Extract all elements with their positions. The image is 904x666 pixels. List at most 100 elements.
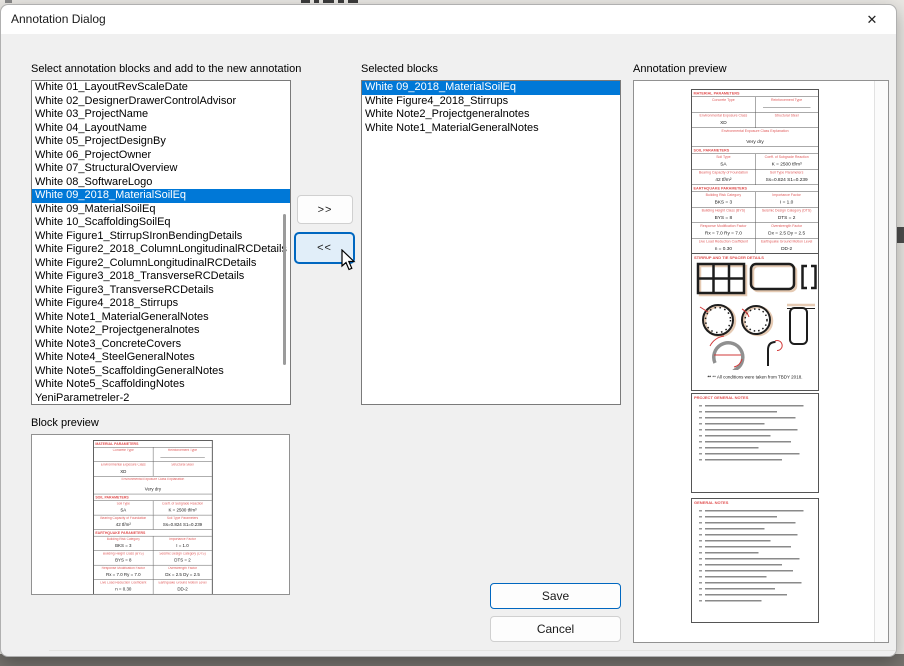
note-line — [699, 576, 813, 578]
remove-blocks-button[interactable]: << — [294, 232, 355, 264]
parameter-table-row: Building Risk CategoryBKS = 3Importance … — [94, 536, 212, 551]
close-button[interactable]: ✕ — [850, 5, 894, 34]
list-item[interactable]: White 08_SoftwareLogo — [32, 176, 290, 190]
list-item[interactable]: White 06_ProjectOwner — [32, 149, 290, 163]
parameter-table-row: Building Risk CategoryBKS = 3Importance … — [692, 192, 818, 208]
list-scrollbar-thumb[interactable] — [283, 214, 286, 365]
note-line — [699, 540, 813, 542]
parameter-table-row: Concrete TypeReinforcement Type — [692, 97, 818, 113]
background-mark — [314, 0, 319, 3]
note-line — [699, 582, 813, 584]
list-item[interactable]: White Figure2_ColumnLongitudinalRCDetail… — [32, 257, 290, 271]
parameter-table-row: Soil TypeSACoeff. of Subgrade ReactionK … — [94, 501, 212, 516]
list-item[interactable]: White Note4_SteelGeneralNotes — [32, 351, 290, 365]
parameter-table-row: Environmental Exposure ClassXDStructural… — [94, 462, 212, 477]
dialog-title: Annotation Dialog — [11, 12, 106, 26]
block-preview-panel: MATERIAL PARAMETERSConcrete TypeReinforc… — [31, 434, 290, 595]
list-item[interactable]: YeniParametreler-2 — [32, 392, 290, 406]
preview-parameter-table: MATERIAL PARAMETERSConcrete TypeReinforc… — [691, 89, 819, 255]
panel-divider — [49, 650, 896, 651]
list-item[interactable]: White 09_MaterialSoilEq — [32, 203, 290, 217]
title-bar[interactable]: Annotation Dialog ✕ — [1, 5, 896, 34]
tiny-text-line — [763, 105, 810, 108]
note-line — [699, 459, 813, 461]
list-item[interactable]: White Figure3_TransverseRCDetails — [32, 284, 290, 298]
block-preview-parameter-table: MATERIAL PARAMETERSConcrete TypeReinforc… — [93, 440, 213, 595]
selected-blocks-label: Selected blocks — [361, 63, 438, 75]
parameter-table-row: EARTHQUAKE PARAMETERS — [692, 185, 818, 192]
notes-lines — [692, 506, 818, 610]
parameter-table-row: Live Load Reduction Coefficientn = 0.30E… — [94, 580, 212, 594]
list-item[interactable]: White Note3_ConcreteCovers — [32, 338, 290, 352]
list-item[interactable]: White Figure1_StirrupSIronBendingDetails — [32, 230, 290, 244]
list-item[interactable]: White Note5_ScaffoldingNotes — [32, 378, 290, 392]
save-button[interactable]: Save — [490, 583, 621, 609]
note-line — [699, 510, 813, 512]
selected-blocks-items: White 09_2018_MaterialSoilEqWhite Figure… — [362, 81, 620, 135]
parameter-table-row: Live Load Reduction Coefficientn = 0.30E… — [692, 239, 818, 254]
list-item[interactable]: White Figure4_2018_Stirrups — [362, 95, 620, 109]
list-item[interactable]: White Figure2_2018_ColumnLongitudinalRCD… — [32, 243, 290, 257]
note-line — [699, 417, 813, 419]
note-line — [699, 516, 813, 518]
cancel-button[interactable]: Cancel — [490, 616, 621, 642]
list-item[interactable]: White 09_2018_MaterialSoilEq — [32, 189, 290, 203]
parameter-table-row: Response Modification FactorRx = 7.0 Ry … — [692, 223, 818, 239]
list-item[interactable]: White 09_2018_MaterialSoilEq — [362, 81, 620, 95]
list-item[interactable]: White Note2_Projectgeneralnotes — [32, 324, 290, 338]
list-item[interactable]: White Figure4_2018_Stirrups — [32, 297, 290, 311]
note-line — [699, 564, 813, 566]
list-item[interactable]: White 03_ProjectName — [32, 108, 290, 122]
note-line — [699, 423, 813, 425]
stirrup-details-figure — [692, 261, 817, 370]
add-blocks-button[interactable]: >> — [297, 195, 353, 224]
list-item[interactable]: White 05_ProjectDesignBy — [32, 135, 290, 149]
block-preview-label: Block preview — [31, 417, 99, 429]
background-mark — [338, 0, 344, 3]
list-item[interactable]: White Note2_Projectgeneralnotes — [362, 108, 620, 122]
parameter-table-row: Building Height Class (BYS)BYS = 8Seismi… — [692, 208, 818, 224]
preview-scrollbar-track[interactable] — [874, 81, 888, 642]
parameter-table-row: Soil TypeSACoeff. of Subgrade ReactionK … — [692, 154, 818, 170]
parameter-table-row: Response Modification FactorRx = 7.0 Ry … — [94, 565, 212, 580]
general-notes-header: GENERAL NOTES — [692, 499, 818, 506]
background-mark — [5, 0, 12, 3]
annotation-preview-label: Annotation preview — [633, 63, 727, 75]
note-line — [699, 441, 813, 443]
close-icon: ✕ — [867, 13, 878, 26]
available-blocks-list[interactable]: White 01_LayoutRevScaleDateWhite 02_Desi… — [31, 80, 291, 405]
note-line — [699, 429, 813, 431]
project-general-notes-block: PROJECT GENERAL NOTES — [691, 393, 819, 493]
stirrup-details-block: STIRRUP AND TIE SPACER DETAILS — [691, 253, 819, 391]
note-line — [699, 522, 813, 524]
parameter-table-row: Environmental Exposure Class Explanation… — [94, 477, 212, 495]
note-line — [699, 528, 813, 530]
parameter-table-row: Building Height Class (BYS)BYS = 8Seismi… — [94, 551, 212, 566]
parameter-table-row: Bearing Capacity of Foundation42 tf/m²So… — [692, 170, 818, 186]
list-item[interactable]: White 04_LayoutName — [32, 122, 290, 136]
general-notes-block: GENERAL NOTES — [691, 498, 819, 623]
list-item[interactable]: White Note1_MaterialGeneralNotes — [362, 122, 620, 136]
available-blocks-label: Select annotation blocks and add to the … — [31, 63, 301, 75]
note-line — [699, 552, 813, 554]
note-line — [699, 411, 813, 413]
stirrup-details-header: STIRRUP AND TIE SPACER DETAILS — [692, 254, 818, 261]
list-item[interactable]: White 07_StructuralOverview — [32, 162, 290, 176]
annotation-preview-panel: MATERIAL PARAMETERSConcrete TypeReinforc… — [633, 80, 889, 643]
list-item[interactable]: White 01_LayoutRevScaleDate — [32, 81, 290, 95]
note-line — [699, 405, 813, 407]
note-line — [699, 600, 813, 602]
parameter-table-row: MATERIAL PARAMETERS — [692, 90, 818, 97]
selected-blocks-list[interactable]: White 09_2018_MaterialSoilEqWhite Figure… — [361, 80, 621, 405]
note-line — [699, 588, 813, 590]
list-item[interactable]: White Note5_ScaffoldingGeneralNotes — [32, 365, 290, 379]
list-item[interactable]: White Note1_MaterialGeneralNotes — [32, 311, 290, 325]
tiny-text-line — [160, 455, 204, 458]
figure-footnote: ** ** All conditions were taken from TBD… — [692, 373, 818, 383]
parameter-table-row: Environmental Exposure Class Explanation… — [692, 128, 818, 147]
list-item[interactable]: White Figure3_2018_TransverseRCDetails — [32, 270, 290, 284]
parameter-table-row: Environmental Exposure ClassXDStructural… — [692, 113, 818, 129]
list-item[interactable]: White 02_DesignerDrawerControlAdvisor — [32, 95, 290, 109]
list-item[interactable]: White 10_ScaffoldingSoilEq — [32, 216, 290, 230]
project-general-notes-header: PROJECT GENERAL NOTES — [692, 394, 818, 401]
